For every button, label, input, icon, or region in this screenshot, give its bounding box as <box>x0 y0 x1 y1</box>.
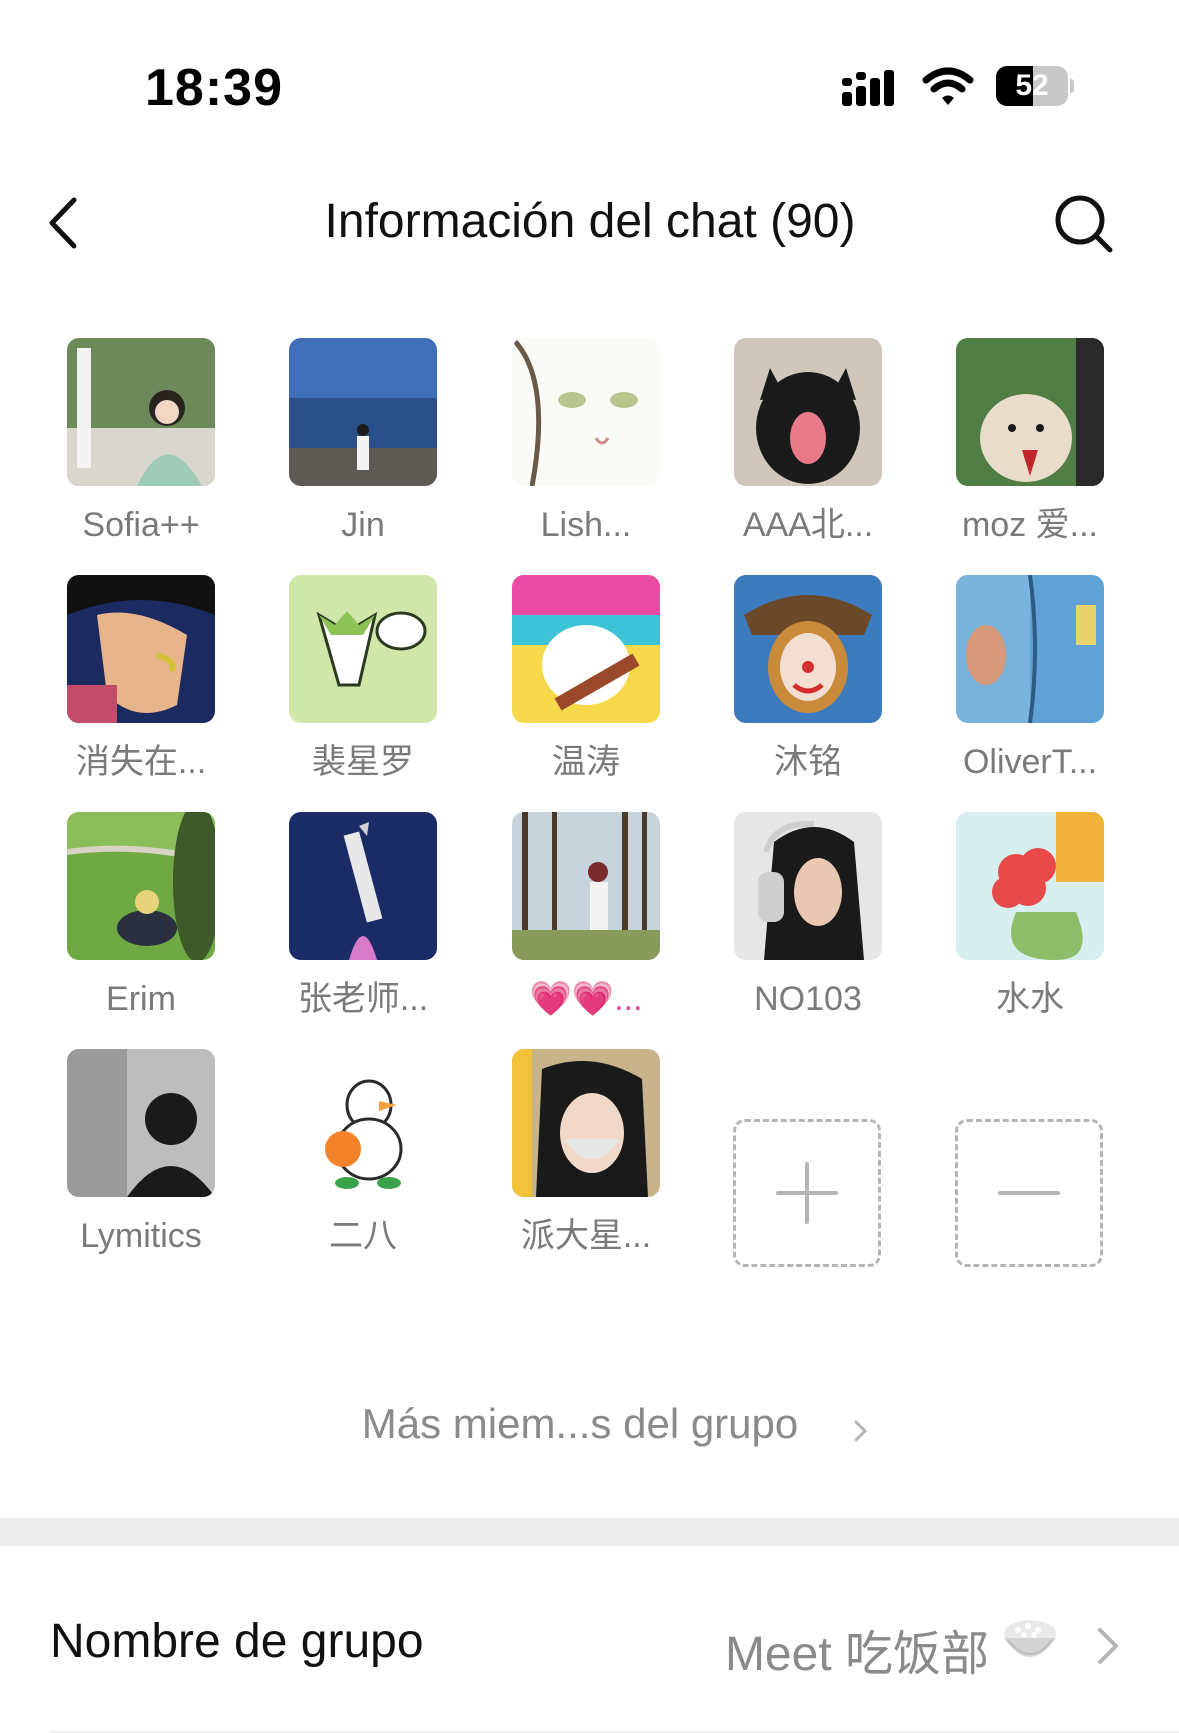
member-tile[interactable]: AAA北... <box>705 338 895 568</box>
cellular-signal-icon <box>842 70 894 106</box>
add-member-button[interactable] <box>733 1119 881 1267</box>
rice-bowl-icon <box>1004 1620 1056 1657</box>
member-avatar <box>734 575 882 723</box>
chevron-right-icon <box>854 1420 868 1442</box>
member-avatar <box>289 575 437 723</box>
more-members-link[interactable]: Más miem...s del grupo <box>0 1388 1179 1468</box>
member-name: Lish... <box>540 506 632 544</box>
member-name: moz 爱... <box>961 506 1099 544</box>
member-tile[interactable]: 二八 <box>260 1049 450 1279</box>
member-tile[interactable]: NO103 <box>705 812 895 1042</box>
member-tile[interactable]: OliverT... <box>927 575 1117 805</box>
member-tile[interactable]: Jin <box>260 338 450 568</box>
member-avatar <box>289 1049 437 1197</box>
member-avatar <box>67 812 215 960</box>
member-avatar <box>734 812 882 960</box>
back-chevron-icon[interactable] <box>38 188 98 258</box>
status-time: 18:39 <box>145 59 283 117</box>
member-tile[interactable]: 沐铭 <box>705 575 895 805</box>
wifi-icon <box>922 67 974 105</box>
member-avatar <box>956 338 1104 486</box>
member-tile[interactable]: Erim <box>38 812 228 1042</box>
member-name: 二八 <box>329 1217 397 1255</box>
member-tile[interactable]: 消失在... <box>38 575 228 805</box>
member-name: 温涛 <box>552 743 620 781</box>
section-divider <box>0 1518 1179 1546</box>
member-avatar <box>512 338 660 486</box>
member-tile[interactable]: 派大星... <box>483 1049 673 1279</box>
page-title: Información del chat (90) <box>324 195 856 248</box>
status-bar: 18:39 52 <box>0 0 1179 150</box>
member-tile[interactable]: 裴星罗 <box>260 575 450 805</box>
member-tile[interactable]: Lymitics <box>38 1049 228 1279</box>
member-avatar <box>512 1049 660 1197</box>
member-name: 裴星罗 <box>312 743 414 781</box>
member-tile[interactable]: Sofia++ <box>38 338 228 568</box>
member-name: 消失在... <box>75 743 207 781</box>
member-avatar <box>512 575 660 723</box>
member-avatar <box>289 812 437 960</box>
member-avatar <box>956 575 1104 723</box>
member-tile[interactable]: 张老师... <box>260 812 450 1042</box>
member-tile[interactable]: Lish... <box>483 338 673 568</box>
member-tile[interactable]: 水水 <box>927 812 1117 1042</box>
member-avatar <box>289 338 437 486</box>
member-name: 💗💗... <box>529 980 643 1018</box>
nav-bar: Información del chat (90) <box>0 170 1179 280</box>
member-name: 水水 <box>996 980 1064 1018</box>
member-name: 张老师... <box>297 980 429 1018</box>
member-name: NO103 <box>754 980 862 1018</box>
more-members-label: Más miem...s del grupo <box>361 1400 799 1447</box>
group-name-value: Meet 吃饭部 <box>724 1628 989 1681</box>
member-avatar <box>67 575 215 723</box>
plus-icon <box>776 1162 838 1224</box>
chevron-right-icon <box>1098 1628 1118 1664</box>
member-name: AAA北... <box>742 506 874 544</box>
member-name: 沐铭 <box>774 743 842 781</box>
member-avatar <box>67 338 215 486</box>
minus-icon <box>998 1191 1060 1195</box>
group-name-label: Nombre de grupo <box>50 1615 424 1668</box>
battery-level: 52 <box>1015 69 1049 102</box>
group-name-row[interactable]: Nombre de grupo Meet 吃饭部 <box>0 1546 1179 1733</box>
member-name: Erim <box>106 980 176 1018</box>
member-avatar <box>512 812 660 960</box>
member-avatar <box>956 812 1104 960</box>
member-name: Jin <box>341 506 385 544</box>
member-tile[interactable]: 💗💗... <box>483 812 673 1042</box>
member-tile[interactable]: 温涛 <box>483 575 673 805</box>
remove-member-button[interactable] <box>955 1119 1103 1267</box>
member-name: Sofia++ <box>82 506 200 544</box>
member-avatar <box>67 1049 215 1197</box>
member-name: 派大星... <box>520 1217 652 1255</box>
battery-icon: 52 <box>996 66 1074 106</box>
member-name: OliverT... <box>962 743 1098 781</box>
search-icon[interactable] <box>1050 188 1120 258</box>
member-tile[interactable]: moz 爱... <box>927 338 1117 568</box>
member-avatar <box>734 338 882 486</box>
member-name: Lymitics <box>80 1217 202 1255</box>
